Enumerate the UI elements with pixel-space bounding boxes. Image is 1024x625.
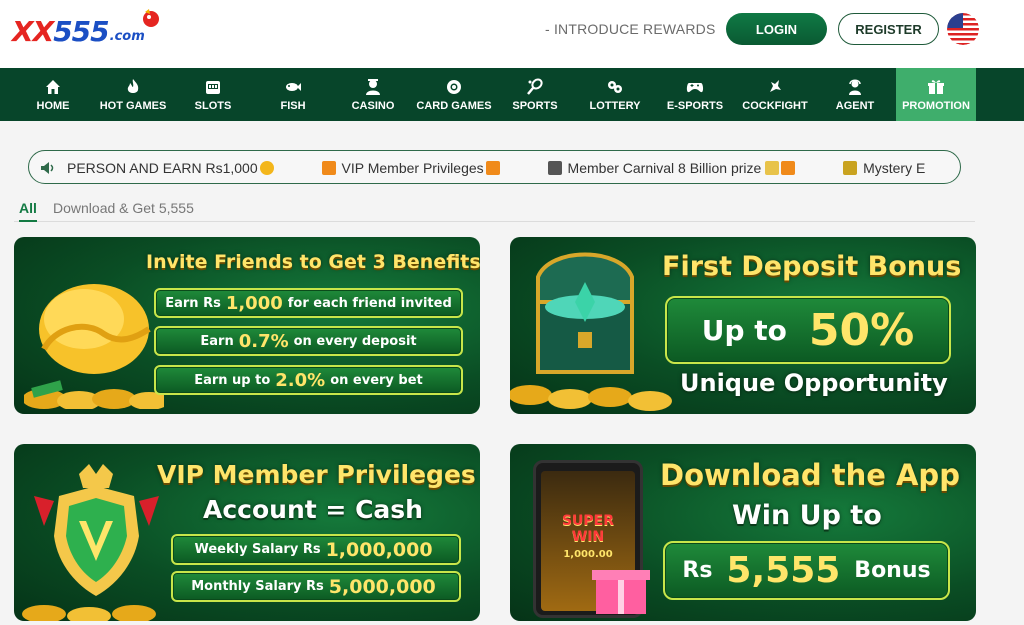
- promo-card-download-app[interactable]: SUPER WIN 1,000.00 Download the App Win …: [510, 444, 976, 621]
- vip-weekly-salary: Weekly Salary Rs 1,000,000: [171, 534, 461, 565]
- invite-title: Invite Friends to Get 3 Benefits: [146, 251, 480, 273]
- promotion-tabs: All Download & Get 5,555: [14, 199, 975, 222]
- slot-machine-icon: [206, 80, 220, 94]
- vip-monthly-salary: Monthly Salary Rs 5,000,000: [171, 571, 461, 602]
- racket-icon: [527, 78, 543, 95]
- nav-card-games[interactable]: CARD GAMES: [414, 68, 494, 121]
- nav-agent[interactable]: AGENT: [822, 68, 888, 121]
- invite-benefit-2: Earn 0.7% on every deposit: [154, 326, 463, 356]
- main-nav: HOME HOT GAMES SLOTS FISH CASINO CARD GA…: [0, 68, 1024, 121]
- marquee-item: Member Carnival 8 Billion prize: [547, 160, 796, 176]
- login-button[interactable]: LOGIN: [726, 13, 827, 45]
- deposit-bonus-box: Up to 50%: [665, 296, 951, 364]
- deposit-title: First Deposit Bonus: [662, 251, 962, 282]
- nav-casino[interactable]: CASINO: [340, 68, 406, 121]
- gift-icon: [321, 161, 336, 175]
- nav-e-sports[interactable]: E-SPORTS: [662, 68, 728, 121]
- poker-chip-icon: [447, 79, 461, 94]
- introduce-rewards-link[interactable]: - INTRODUCE REWARDS: [545, 21, 716, 37]
- lottery-balls-icon: [608, 80, 622, 93]
- announcement-marquee[interactable]: PERSON AND EARN Rs1,000 VIP Member Privi…: [28, 150, 961, 184]
- handshake-icon: [24, 284, 164, 409]
- nav-hot-games[interactable]: HOT GAMES: [96, 68, 170, 121]
- vip-subtitle: Account = Cash: [203, 495, 423, 524]
- super-win-text: SUPER WIN: [561, 513, 615, 545]
- gift-box-icon: [592, 570, 650, 614]
- nav-sports[interactable]: SPORTS: [502, 68, 568, 121]
- promo-card-first-deposit[interactable]: First Deposit Bonus Up to 50% Unique Opp…: [510, 237, 976, 414]
- app-bonus-box: Rs 5,555 Bonus: [663, 541, 950, 600]
- register-button[interactable]: REGISTER: [838, 13, 939, 45]
- fish-icon: [286, 82, 301, 91]
- invite-benefit-1: Earn Rs 1,000 for each friend invited: [154, 288, 463, 318]
- treasure-chest-icon: [510, 252, 672, 411]
- invite-benefit-3: Earn up to 2.0% on every bet: [154, 365, 463, 395]
- flame-icon: [127, 78, 139, 93]
- us-flag-icon[interactable]: [947, 13, 979, 45]
- gift-icon: [928, 79, 944, 94]
- marquee-text: PERSON AND EARN Rs1,000 VIP Member Privi…: [67, 160, 960, 176]
- header: XX 555 .com - INTRODUCE REWARDS LOGIN REGI…: [0, 0, 1024, 68]
- app-subtitle: Win Up to: [732, 500, 882, 531]
- nav-lottery[interactable]: LOTTERY: [582, 68, 648, 121]
- nav-fish[interactable]: FISH: [260, 68, 326, 121]
- confetti-icon: [765, 161, 780, 175]
- gamepad-icon: [686, 82, 704, 92]
- party-popper-icon: [843, 161, 858, 175]
- deposit-tagline: Unique Opportunity: [680, 369, 948, 397]
- gift-icon: [485, 161, 500, 175]
- promo-card-vip[interactable]: VIP Member Privileges Account = Cash Wee…: [14, 444, 480, 621]
- mascot-icon: [143, 9, 159, 27]
- marquee-item: PERSON AND EARN Rs1,000: [67, 160, 274, 176]
- marquee-item: VIP Member Privileges: [321, 160, 500, 176]
- nav-home[interactable]: HOME: [20, 68, 86, 121]
- home-icon: [46, 79, 60, 94]
- nav-promotion[interactable]: PROMOTION: [896, 68, 976, 121]
- site-logo[interactable]: XX 555 .com: [12, 9, 159, 48]
- marquee-item: Mystery E: [843, 160, 925, 176]
- dealer-icon: [366, 78, 380, 95]
- speaker-icon: [41, 162, 54, 174]
- rooster-icon: [770, 79, 781, 92]
- app-title: Download the App: [660, 458, 960, 492]
- gift-icon: [781, 161, 796, 175]
- heart-icon: [259, 161, 274, 175]
- vip-shield-icon: [22, 464, 159, 621]
- nav-cockfight[interactable]: COCKFIGHT: [740, 68, 810, 121]
- vip-title: VIP Member Privileges: [157, 460, 476, 489]
- agent-icon: [849, 79, 861, 95]
- tab-download[interactable]: Download & Get 5,555: [53, 200, 194, 216]
- tab-all[interactable]: All: [19, 200, 37, 222]
- nav-slots[interactable]: SLOTS: [180, 68, 246, 121]
- megaphone-icon: [547, 161, 562, 175]
- promo-card-invite-friends[interactable]: Invite Friends to Get 3 Benefits Earn Rs…: [14, 237, 480, 414]
